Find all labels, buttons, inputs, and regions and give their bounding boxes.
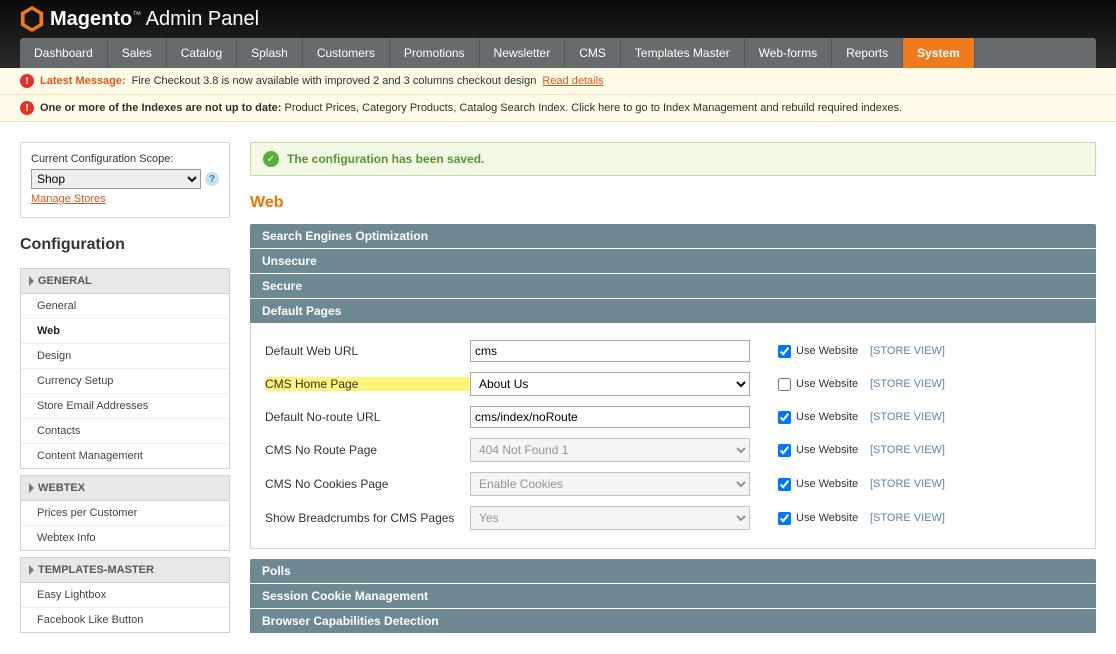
sidebar-item-contacts[interactable]: Contacts	[21, 419, 229, 444]
checkbox-default-web-url[interactable]	[778, 345, 791, 358]
scope-default-web-url: [STORE VIEW]	[870, 345, 945, 357]
panel-title: Admin Panel	[146, 8, 259, 30]
manage-stores-link[interactable]: Manage Stores	[31, 193, 106, 205]
index-notice-bar: ! One or more of the Indexes are not up …	[0, 95, 1116, 122]
row-cms-noroute-page: CMS No Route Page 404 Not Found 1 Use We…	[265, 438, 1081, 462]
nav-promotions[interactable]: Promotions	[390, 38, 480, 68]
label-show-breadcrumbs: Show Breadcrumbs for CMS Pages	[265, 511, 470, 525]
nav-templates-master[interactable]: Templates Master	[621, 38, 745, 68]
alert-icon: !	[20, 101, 34, 115]
checkbox-cms-home-page[interactable]	[778, 378, 791, 391]
input-default-noroute[interactable]	[470, 406, 750, 428]
index-notice-suffix: and rebuild required indexes.	[760, 102, 902, 114]
sidebar-item-store-email[interactable]: Store Email Addresses	[21, 394, 229, 419]
nav-dashboard[interactable]: Dashboard	[20, 38, 108, 68]
index-management-link[interactable]: Index Management	[663, 102, 757, 114]
sidebar-item-prices-per-customer[interactable]: Prices per Customer	[21, 501, 229, 526]
select-cms-nocookies-page[interactable]: Enable Cookies	[470, 472, 750, 496]
help-icon[interactable]: ?	[205, 172, 219, 186]
default-pages-fieldset: Default Web URL Use Website [STORE VIEW]…	[250, 324, 1096, 549]
chevron-right-icon	[29, 565, 34, 575]
select-show-breadcrumbs[interactable]: Yes	[470, 506, 750, 530]
nav-reports[interactable]: Reports	[832, 38, 903, 68]
section-session-cookie[interactable]: Session Cookie Management	[250, 584, 1096, 609]
content-area: Current Configuration Scope: Shop ? Mana…	[0, 122, 1116, 654]
checkbox-show-breadcrumbs[interactable]	[778, 512, 791, 525]
latest-message-link[interactable]: Read details	[542, 75, 603, 87]
scope-select[interactable]: Shop	[31, 169, 201, 189]
row-cms-home-page: CMS Home Page About Us Use Website [STOR…	[265, 372, 1081, 396]
section-default-pages[interactable]: Default Pages	[250, 299, 1096, 324]
label-default-web-url: Default Web URL	[265, 344, 470, 358]
magento-logo-icon	[20, 6, 44, 32]
select-cms-noroute-page[interactable]: 404 Not Found 1	[470, 438, 750, 462]
scope-cms-noroute-page: [STORE VIEW]	[870, 444, 945, 456]
category-templates-master[interactable]: TEMPLATES-MASTER	[20, 557, 230, 583]
row-show-breadcrumbs: Show Breadcrumbs for CMS Pages Yes Use W…	[265, 506, 1081, 530]
section-browser-capabilities[interactable]: Browser Capabilities Detection	[250, 609, 1096, 634]
scope-show-breadcrumbs: [STORE VIEW]	[870, 512, 945, 524]
category-general[interactable]: GENERAL	[20, 268, 230, 294]
nav-web-forms[interactable]: Web-forms	[745, 38, 832, 68]
index-notice-text: Product Prices, Category Products, Catal…	[284, 102, 659, 114]
row-cms-nocookies-page: CMS No Cookies Page Enable Cookies Use W…	[265, 472, 1081, 496]
main-panel: ✓ The configuration has been saved. Web …	[250, 142, 1096, 634]
checkbox-cms-noroute-page[interactable]	[778, 444, 791, 457]
latest-message-label: Latest Message:	[40, 75, 126, 87]
section-search-engines[interactable]: Search Engines Optimization	[250, 224, 1096, 249]
logo-text: Magento™ Admin Panel	[50, 8, 259, 31]
nav-sales[interactable]: Sales	[108, 38, 167, 68]
sidebar-item-design[interactable]: Design	[21, 344, 229, 369]
scope-label: Current Configuration Scope:	[31, 153, 219, 165]
scope-box: Current Configuration Scope: Shop ? Mana…	[20, 142, 230, 218]
success-text: The configuration has been saved.	[287, 152, 484, 166]
label-cms-home-page: CMS Home Page	[265, 377, 470, 391]
row-default-noroute: Default No-route URL Use Website [STORE …	[265, 406, 1081, 428]
page-title: Web	[250, 194, 1096, 212]
label-cms-nocookies-page: CMS No Cookies Page	[265, 477, 470, 491]
label-cms-noroute-page: CMS No Route Page	[265, 443, 470, 457]
latest-message-bar: ! Latest Message: Fire Checkout 3.8 is n…	[0, 68, 1116, 95]
category-webtex[interactable]: WEBTEX	[20, 475, 230, 501]
scope-default-noroute: [STORE VIEW]	[870, 411, 945, 423]
sidebar-item-content-mgmt[interactable]: Content Management	[21, 444, 229, 468]
sidebar-item-web[interactable]: Web	[21, 319, 229, 344]
sidebar-item-currency-setup[interactable]: Currency Setup	[21, 369, 229, 394]
success-message: ✓ The configuration has been saved.	[250, 142, 1096, 176]
main-nav: Dashboard Sales Catalog Splash Customers…	[20, 38, 1096, 68]
configuration-heading: Configuration	[20, 236, 230, 254]
scope-cms-nocookies-page: [STORE VIEW]	[870, 478, 945, 490]
chevron-right-icon	[29, 276, 34, 286]
section-unsecure[interactable]: Unsecure	[250, 249, 1096, 274]
logo-row: Magento™ Admin Panel	[20, 6, 1096, 38]
section-polls[interactable]: Polls	[250, 559, 1096, 584]
header: Magento™ Admin Panel Dashboard Sales Cat…	[0, 0, 1116, 68]
nav-splash[interactable]: Splash	[237, 38, 303, 68]
alert-icon: !	[20, 74, 34, 88]
brand-name: Magento	[50, 8, 132, 30]
nav-catalog[interactable]: Catalog	[167, 38, 237, 68]
row-default-web-url: Default Web URL Use Website [STORE VIEW]	[265, 340, 1081, 362]
scope-cms-home-page: [STORE VIEW]	[870, 378, 945, 390]
check-icon: ✓	[263, 151, 279, 167]
sidebar-item-facebook-like[interactable]: Facebook Like Button	[21, 608, 229, 632]
sidebar-item-general[interactable]: General	[21, 294, 229, 319]
nav-customers[interactable]: Customers	[303, 38, 390, 68]
nav-system[interactable]: System	[903, 38, 975, 68]
nav-cms[interactable]: CMS	[565, 38, 621, 68]
input-default-web-url[interactable]	[470, 340, 750, 362]
sidebar-item-easy-lightbox[interactable]: Easy Lightbox	[21, 583, 229, 608]
sidebar: Current Configuration Scope: Shop ? Mana…	[20, 142, 230, 634]
checkbox-default-noroute[interactable]	[778, 411, 791, 424]
select-cms-home-page[interactable]: About Us	[470, 372, 750, 396]
sidebar-item-webtex-info[interactable]: Webtex Info	[21, 526, 229, 550]
nav-newsletter[interactable]: Newsletter	[480, 38, 566, 68]
chevron-right-icon	[29, 483, 34, 493]
latest-message-text: Fire Checkout 3.8 is now available with …	[132, 75, 537, 87]
checkbox-cms-nocookies-page[interactable]	[778, 478, 791, 491]
index-notice-prefix: One or more of the Indexes are not up to…	[40, 102, 281, 114]
section-secure[interactable]: Secure	[250, 274, 1096, 299]
label-default-noroute: Default No-route URL	[265, 410, 470, 424]
